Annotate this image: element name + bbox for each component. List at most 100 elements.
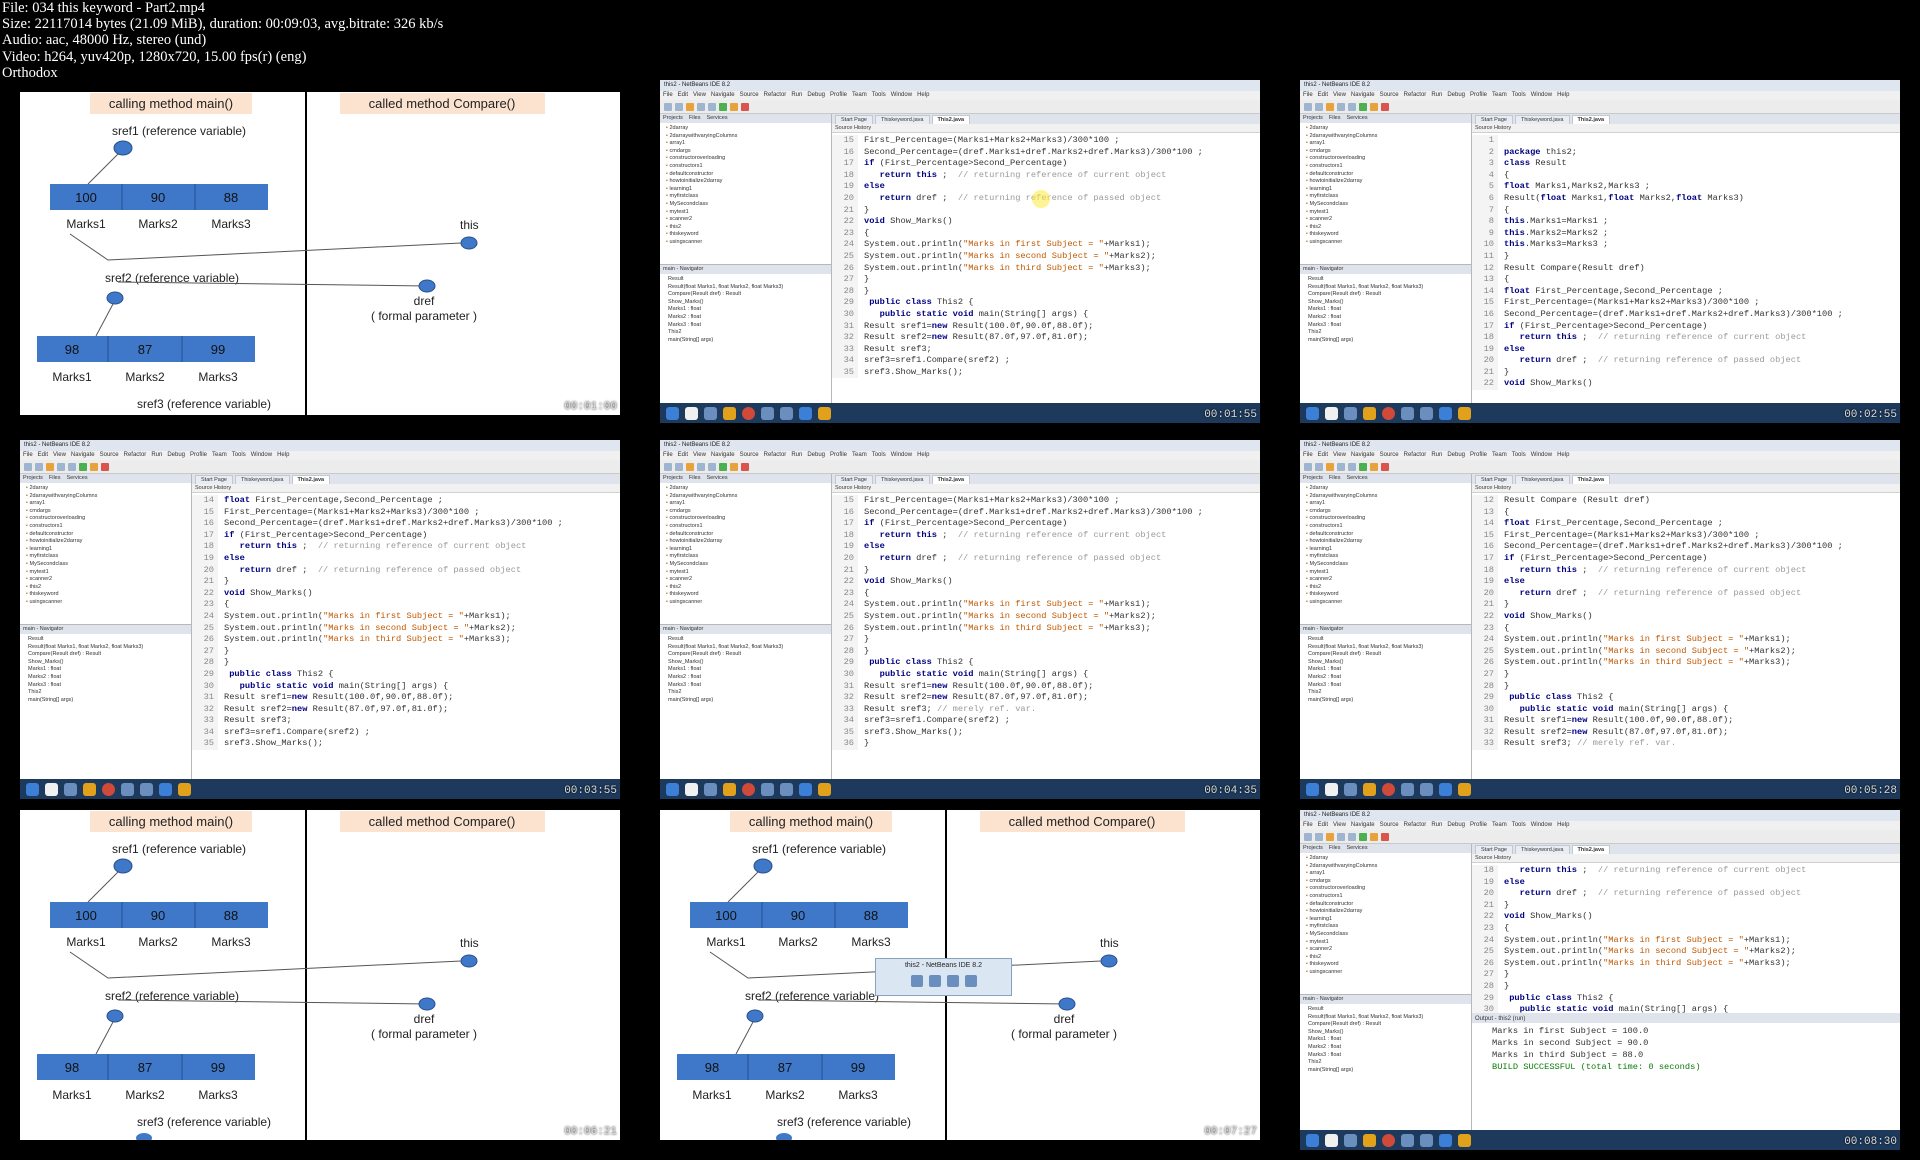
project-node[interactable]: scanner2 [1306, 946, 1471, 954]
panel-tab[interactable]: Projects [23, 475, 43, 481]
member-node[interactable]: Marks2 : float [1308, 314, 1471, 322]
navigator-members[interactable]: Result Result(float Marks1, float Marks2,… [1300, 1004, 1471, 1074]
project-node[interactable]: defaultconstructor [666, 171, 831, 179]
member-node[interactable]: Marks1 : float [668, 306, 831, 314]
menu-item[interactable]: Edit [1318, 822, 1328, 828]
menu-item[interactable]: File [663, 92, 673, 98]
debug-icon[interactable] [1370, 102, 1378, 111]
navigator-members[interactable]: Result Result(float Marks1, float Marks2,… [1300, 274, 1471, 344]
menu-item[interactable]: Debug [807, 92, 825, 98]
code-line[interactable]: 22 void Show_Marks() [192, 587, 620, 600]
project-node[interactable]: cmdargs [26, 508, 191, 516]
source-history-tabs[interactable]: Source History [192, 484, 620, 493]
menu-item[interactable]: Team [1492, 92, 1507, 98]
code-line[interactable]: 31Result sref1=new Result(100.0f,90.0f,8… [1472, 715, 1900, 727]
menu-item[interactable]: Window [891, 92, 912, 98]
member-node[interactable]: Marks1 : float [1308, 306, 1471, 314]
code-line[interactable]: 19 else [192, 552, 620, 565]
code-line[interactable]: 31Result sref1=new Result(100.0f,90.0f,8… [832, 320, 1260, 333]
project-node[interactable]: 2darraywithvaryingColumns [1306, 133, 1471, 141]
code-line[interactable]: 20 return dref ; // returning reference … [1472, 587, 1900, 600]
panel-tab[interactable]: Files [1329, 845, 1341, 851]
code-line[interactable]: 33 Result sref3; [192, 715, 620, 727]
project-tree[interactable]: 2darray2darraywithvaryingColumnsarray1cm… [660, 483, 831, 613]
start-icon[interactable] [666, 782, 679, 796]
code-line[interactable]: 4{ [1472, 169, 1900, 182]
project-node[interactable]: array1 [1306, 870, 1471, 878]
member-node[interactable]: Show_Marks() [1308, 1029, 1471, 1037]
project-tabs[interactable]: Projects Files Services [20, 474, 191, 483]
code-line[interactable]: 26 System.out.println("Marks in third Sub… [1472, 957, 1900, 970]
member-node[interactable]: Show_Marks() [1308, 659, 1471, 667]
project-node[interactable]: 2darray [666, 125, 831, 133]
member-node[interactable]: Show_Marks() [668, 659, 831, 667]
panel-tab[interactable]: Files [49, 475, 61, 481]
code-line[interactable]: 25 System.out.println("Marks in second Su… [1472, 946, 1900, 958]
netbeans-icon[interactable] [799, 782, 812, 796]
panel-tab[interactable]: Projects [1303, 845, 1323, 851]
editor-tab[interactable]: Start Page [1475, 845, 1513, 854]
member-node[interactable]: Result(float Marks1, float Marks2, float… [668, 644, 831, 652]
editor-tab[interactable]: Start Page [1475, 115, 1513, 124]
app-icon[interactable] [1401, 782, 1414, 796]
member-node[interactable]: Marks3 : float [1308, 322, 1471, 330]
project-node[interactable]: cmdargs [666, 148, 831, 156]
vlc-icon[interactable] [1420, 406, 1433, 420]
member-node[interactable]: main(String[] args) [1308, 697, 1471, 705]
code-line[interactable]: 12 Result Compare(Result dref) [1472, 262, 1900, 275]
menu-item[interactable]: Window [891, 452, 912, 458]
code-line[interactable]: 19 else [832, 541, 1260, 553]
code-line[interactable]: 17 if (First_Percentage>Second_Percentage… [832, 158, 1260, 170]
editor-tab[interactable]: Start Page [1475, 475, 1513, 484]
member-node[interactable]: Compare(Result dref) : Result [668, 291, 831, 299]
menu-item[interactable]: Debug [1447, 822, 1465, 828]
project-node[interactable]: defaultconstructor [1306, 531, 1471, 539]
member-node[interactable]: Result(float Marks1, float Marks2, float… [28, 644, 191, 652]
new-file-icon[interactable] [1304, 462, 1312, 471]
project-tree[interactable]: 2darray2darraywithvaryingColumnsarray1cm… [20, 483, 191, 613]
code-line[interactable]: 29 public class This2 { [1472, 992, 1900, 1005]
code-line[interactable]: 32Result sref2=new Result(87.0f,97.0f,81… [832, 332, 1260, 344]
menu-item[interactable]: Refactor [764, 92, 787, 98]
editor-tab[interactable]: Thiskeyword.java [875, 475, 930, 484]
redo-icon[interactable] [1348, 832, 1356, 841]
member-node[interactable]: main(String[] args) [668, 337, 831, 345]
member-node[interactable]: Result [668, 636, 831, 644]
project-node[interactable]: this2 [1306, 224, 1471, 232]
editor-tab[interactable]: Thiskeyword.java [1515, 115, 1570, 124]
media-icon[interactable] [1363, 406, 1376, 420]
code-line[interactable]: 28} [832, 285, 1260, 298]
code-line[interactable]: 1 [1472, 135, 1900, 147]
menu-item[interactable]: Navigate [711, 452, 735, 458]
code-line[interactable]: 28} [1472, 680, 1900, 693]
member-node[interactable]: This2 [1308, 689, 1471, 697]
code-line[interactable]: 36} [832, 738, 1260, 751]
code-line[interactable]: 30 public static void main(String[] args… [832, 668, 1260, 681]
member-node[interactable]: main(String[] args) [668, 697, 831, 705]
code-line[interactable]: 18 return this ; // returning reference … [192, 541, 620, 553]
member-node[interactable]: Marks2 : float [1308, 1044, 1471, 1052]
member-node[interactable]: This2 [1308, 1059, 1471, 1067]
netbeans-icon[interactable] [159, 782, 172, 796]
member-node[interactable]: Marks1 : float [28, 666, 191, 674]
code-line[interactable]: 29 public class This2 { [832, 297, 1260, 309]
project-node[interactable]: mytest1 [26, 569, 191, 577]
new-file-icon[interactable] [664, 462, 672, 471]
code-editor[interactable]: 1 2 package this2; 3 class Result 4{5 float Ma… [1472, 133, 1900, 391]
project-node[interactable]: MySecondclass [666, 561, 831, 569]
project-node[interactable]: this2 [1306, 584, 1471, 592]
code-line[interactable]: 24 System.out.println("Marks in first Sub… [832, 239, 1260, 251]
open-project-icon[interactable] [1315, 462, 1323, 471]
code-line[interactable]: 14 float First_Percentage,Second_Percenta… [1472, 518, 1900, 530]
menu-item[interactable]: Navigate [1351, 822, 1375, 828]
code-line[interactable]: 25 System.out.println("Marks in second Su… [1472, 645, 1900, 658]
code-line[interactable]: 21} [1472, 599, 1900, 611]
menu-item[interactable]: Tools [1512, 452, 1526, 458]
code-line[interactable]: 15 First_Percentage=(Marks1+Marks2+Marks3… [1472, 297, 1900, 309]
code-line[interactable]: 17 if (First_Percentage>Second_Percentage… [832, 518, 1260, 530]
project-node[interactable]: MySecondclass [666, 201, 831, 209]
menu-item[interactable]: View [1333, 822, 1346, 828]
code-line[interactable]: 8 this.Marks1=Marks1 ; [1472, 216, 1900, 228]
project-node[interactable]: array1 [1306, 500, 1471, 508]
start-icon[interactable] [666, 406, 679, 420]
